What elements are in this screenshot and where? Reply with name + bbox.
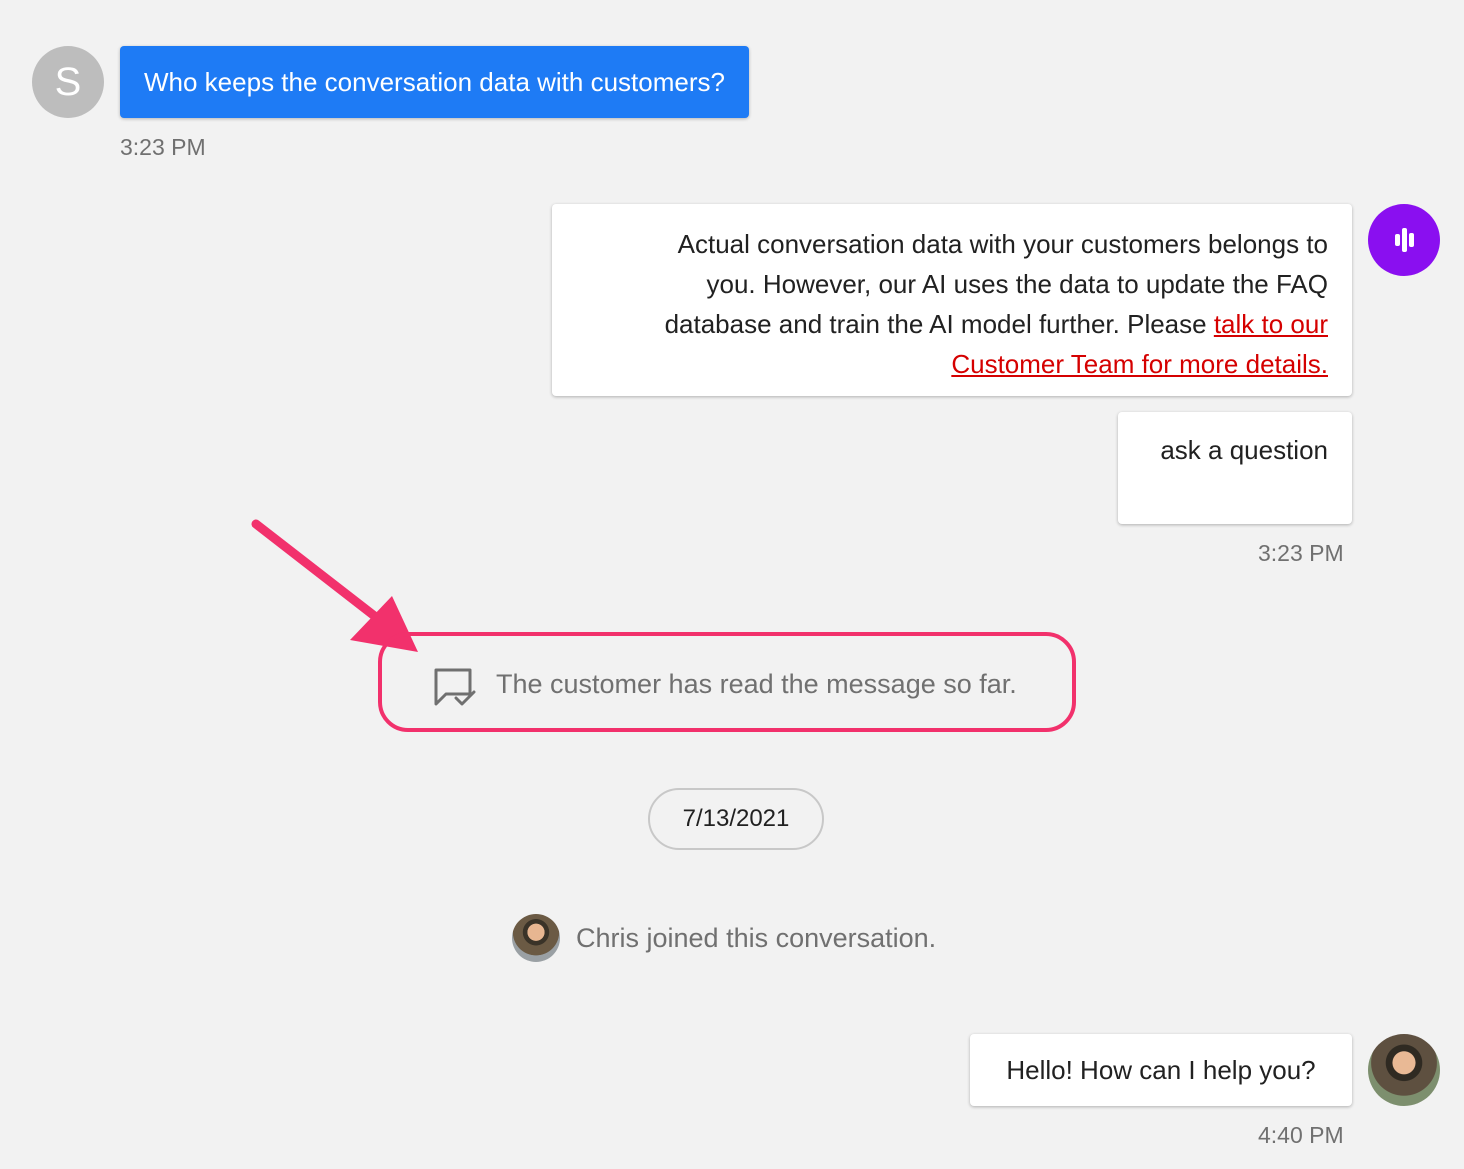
message-read-check-icon bbox=[434, 668, 476, 706]
sound-wave-bar bbox=[1402, 228, 1407, 252]
sound-wave-bar bbox=[1395, 234, 1400, 246]
read-status-indicator: The customer has read the message so far… bbox=[378, 632, 1076, 732]
customer-avatar-initial: S bbox=[54, 60, 82, 104]
customer-team-link[interactable]: Customer Team for more details. bbox=[951, 349, 1328, 379]
chat-transcript: S Who keeps the conversation data with c… bbox=[0, 0, 1464, 1169]
system-event-text: Chris joined this conversation. bbox=[576, 923, 937, 953]
bot-message-time: 3:23 PM bbox=[1258, 540, 1344, 566]
sound-wave-bar bbox=[1409, 233, 1414, 247]
bot-answer-line: Actual conversation data with your custo… bbox=[677, 229, 1328, 259]
bot-answer-line: you. However, our AI uses the data to up… bbox=[706, 269, 1329, 299]
date-divider: 7/13/2021 bbox=[648, 788, 824, 850]
customer-message-bubble: Who keeps the conversation data with cus… bbox=[120, 46, 749, 118]
bot-answer-bubble: Actual conversation data with your custo… bbox=[552, 204, 1352, 396]
agent-avatar-small bbox=[512, 914, 560, 962]
bot-avatar bbox=[1368, 204, 1440, 276]
bot-answer-line: Customer Team for more details. bbox=[576, 344, 1328, 384]
read-status-text: The customer has read the message so far… bbox=[496, 669, 1017, 699]
agent-message-text: Hello! How can I help you? bbox=[1006, 1055, 1316, 1085]
bot-answer-line: database and train the AI model further.… bbox=[576, 304, 1328, 344]
agent-avatar bbox=[1368, 1034, 1440, 1106]
customer-message-time: 3:23 PM bbox=[120, 134, 206, 160]
customer-message-text: Who keeps the conversation data with cus… bbox=[144, 67, 725, 97]
customer-avatar: S bbox=[32, 46, 104, 118]
ask-question-text: ask a question bbox=[1160, 435, 1328, 465]
customer-team-link[interactable]: talk to our bbox=[1214, 309, 1328, 339]
agent-message-time: 4:40 PM bbox=[1258, 1122, 1344, 1148]
bot-answer-text: database and train the AI model further.… bbox=[664, 309, 1214, 339]
ask-question-bubble[interactable]: ask a question bbox=[1118, 412, 1352, 524]
agent-message-bubble: Hello! How can I help you? bbox=[970, 1034, 1352, 1106]
